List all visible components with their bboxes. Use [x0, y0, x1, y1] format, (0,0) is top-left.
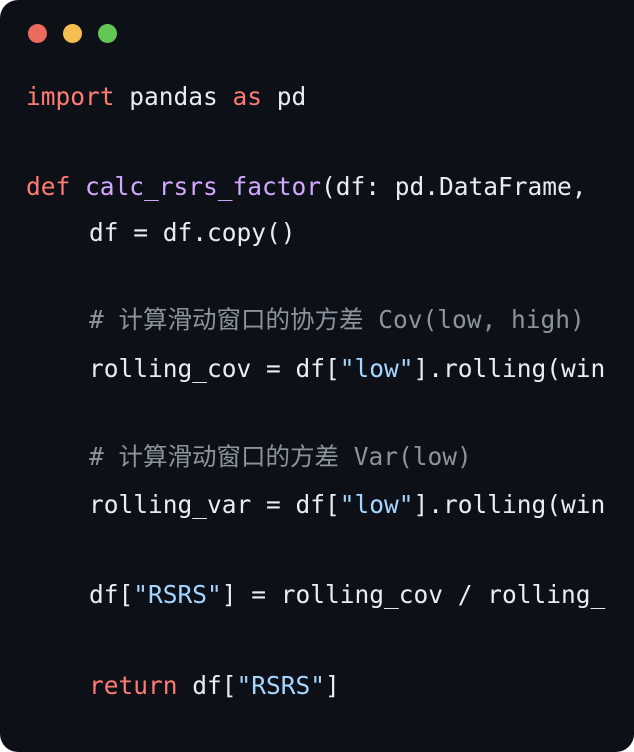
- comment-var: # 计算滑动窗口的方差 Var(low): [89, 442, 472, 471]
- code-line-import: import pandas as pd: [26, 80, 306, 114]
- return-prefix: df[: [177, 671, 237, 700]
- def-keyword: def: [26, 172, 71, 201]
- rsrs-suffix: ] = rolling_cov / rolling_: [221, 580, 606, 609]
- code-line-rsrs: df["RSRS"] = rolling_cov / rolling_: [26, 578, 605, 612]
- code-line-comment-cov: # 计算滑动窗口的协方差 Cov(low, high): [26, 303, 585, 337]
- code-line-def: def calc_rsrs_factor(df: pd.DataFrame,: [26, 170, 587, 204]
- code-line-comment-var: # 计算滑动窗口的方差 Var(low): [26, 440, 472, 474]
- code-line-copy: df = df.copy(): [26, 216, 296, 250]
- return-keyword: return: [89, 671, 178, 700]
- rolling-cov-prefix: rolling_cov = df[: [89, 354, 340, 383]
- function-params: (df: pd.DataFrame,: [321, 172, 587, 201]
- rolling-cov-string: "low": [339, 354, 414, 383]
- function-name: calc_rsrs_factor: [85, 172, 322, 201]
- import-alias: pd: [262, 82, 307, 111]
- code-line-rolling-cov: rolling_cov = df["low"].rolling(win: [26, 352, 605, 386]
- rsrs-string: "RSRS": [133, 580, 222, 609]
- import-keyword: import: [26, 82, 115, 111]
- code-line-rolling-var: rolling_var = df["low"].rolling(win: [26, 488, 605, 522]
- import-module: pandas: [114, 82, 233, 111]
- code-line-return: return df["RSRS"]: [26, 669, 340, 703]
- rolling-var-prefix: rolling_var = df[: [89, 490, 340, 519]
- code-editor: import pandas as pd def calc_rsrs_factor…: [0, 0, 634, 752]
- rolling-var-string: "low": [339, 490, 414, 519]
- rolling-var-suffix: ].rolling(win: [413, 490, 606, 519]
- rsrs-prefix: df[: [89, 580, 134, 609]
- code-window: import pandas as pd def calc_rsrs_factor…: [0, 0, 634, 752]
- return-suffix: ]: [325, 671, 340, 700]
- comment-cov: # 计算滑动窗口的协方差 Cov(low, high): [89, 305, 585, 334]
- rolling-cov-suffix: ].rolling(win: [413, 354, 606, 383]
- return-string: "RSRS": [236, 671, 326, 700]
- copy-statement: df = df.copy(): [89, 218, 296, 247]
- as-keyword: as: [232, 82, 263, 111]
